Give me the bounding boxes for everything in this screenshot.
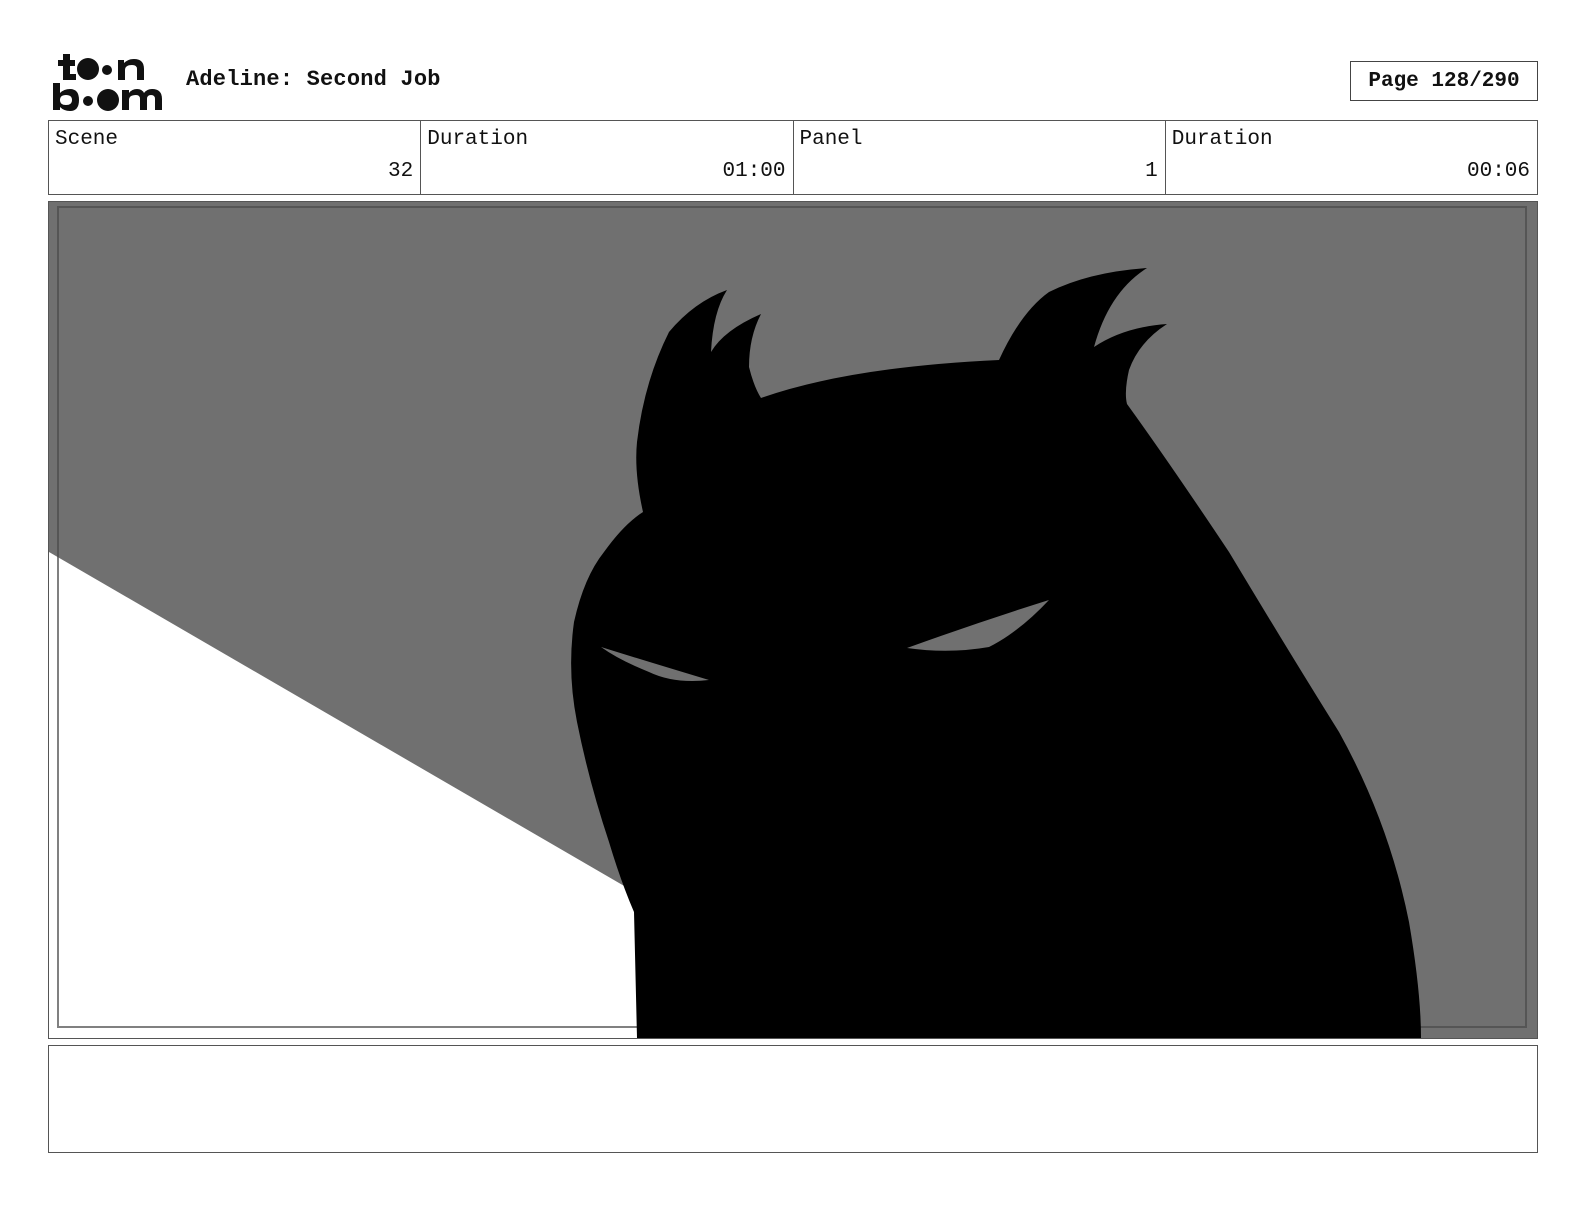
page-indicator: Page 128/290 [1350,61,1538,101]
panel-label: Panel [799,128,863,151]
scene-value: 32 [388,160,414,183]
panel-notes-box [48,1045,1538,1153]
scene-cell: Scene 32 [49,121,422,194]
panel-duration-label: Duration [1171,128,1273,151]
storyboard-title: Adeline: Second Job [186,67,441,92]
toon-boom-logo [53,54,162,111]
scene-duration-value: 01:00 [722,160,786,183]
panel-drawing [49,202,1537,1038]
panel-duration-cell: Duration 00:06 [1166,121,1537,194]
panel-cell: Panel 1 [794,121,1166,194]
scene-label: Scene [55,128,119,151]
scene-info-table: Scene 32 Duration 01:00 Panel 1 Duration… [48,120,1538,195]
scene-duration-label: Duration [427,128,529,151]
panel-image-frame [48,201,1538,1039]
panel-duration-value: 00:06 [1466,160,1530,183]
panel-value: 1 [1145,160,1158,183]
scene-duration-cell: Duration 01:00 [421,121,794,194]
